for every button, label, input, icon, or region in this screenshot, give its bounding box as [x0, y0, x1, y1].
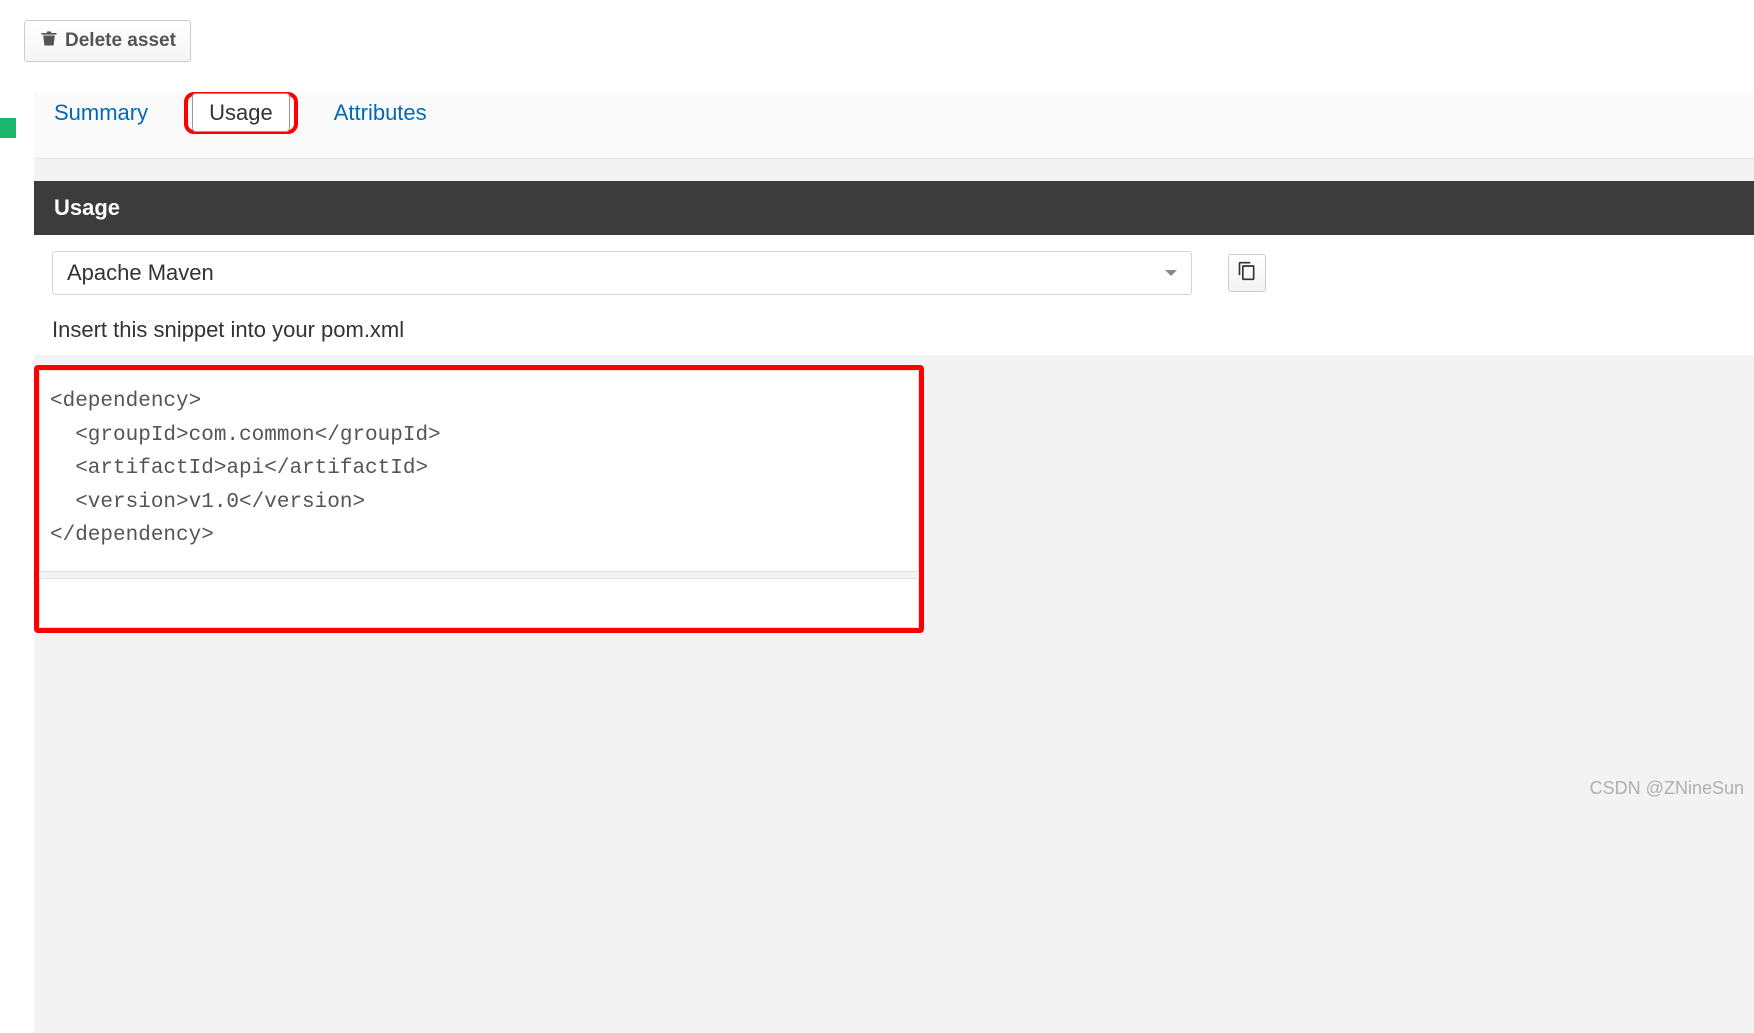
panel-body: Apache Maven Insert this snippet into yo…	[34, 235, 1754, 355]
tab-bar: Summary Usage Attributes	[34, 92, 1754, 159]
main-container: Delete asset Summary Usage Attributes Us…	[24, 0, 1754, 1033]
snippet-hint: Insert this snippet into your pom.xml	[52, 317, 1736, 343]
left-accent-strip	[0, 118, 16, 138]
copy-snippet-button[interactable]	[1228, 254, 1266, 292]
tab-attributes[interactable]: Attributes	[334, 100, 427, 126]
annotation-highlight-tab: Usage	[184, 92, 298, 134]
trash-icon	[39, 28, 59, 54]
snippet-code[interactable]: <dependency> <groupId>com.common</groupI…	[50, 385, 908, 553]
delete-asset-button[interactable]: Delete asset	[24, 20, 191, 62]
watermark-text: CSDN @ZNineSun	[1590, 778, 1744, 799]
panel-title: Usage	[54, 195, 120, 220]
copy-icon	[1237, 261, 1257, 286]
delete-asset-label: Delete asset	[65, 30, 176, 52]
annotation-highlight-snippet: <dependency> <groupId>com.common</groupI…	[34, 365, 924, 633]
chevron-down-icon	[1165, 270, 1177, 276]
snippet-footer-blank	[39, 578, 919, 628]
tab-usage[interactable]: Usage	[192, 93, 290, 132]
content-area: Summary Usage Attributes Usage Apache Ma…	[34, 92, 1754, 1033]
panel-header: Usage	[34, 181, 1754, 235]
build-tool-value: Apache Maven	[67, 260, 214, 286]
select-row: Apache Maven	[52, 251, 1736, 295]
tab-summary[interactable]: Summary	[54, 100, 148, 126]
snippet-box: <dependency> <groupId>com.common</groupI…	[39, 370, 919, 572]
build-tool-select[interactable]: Apache Maven	[52, 251, 1192, 295]
